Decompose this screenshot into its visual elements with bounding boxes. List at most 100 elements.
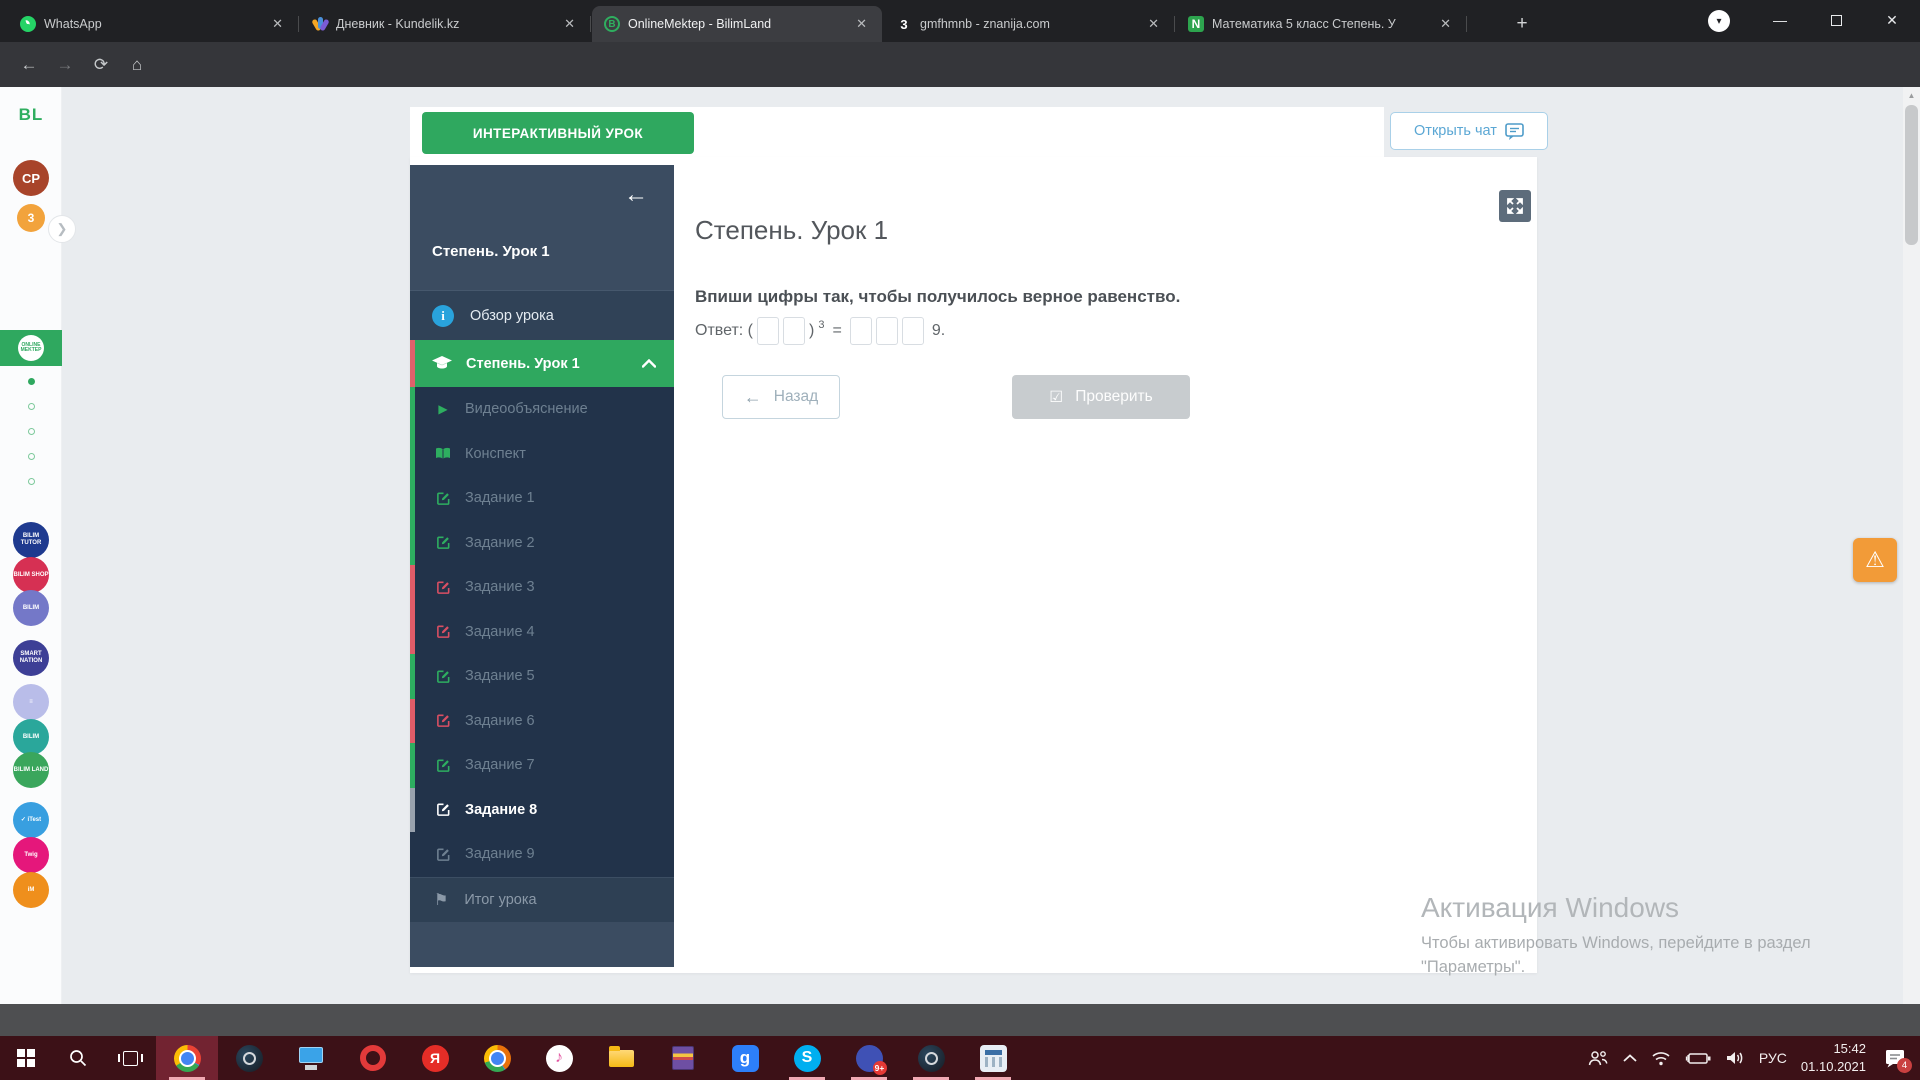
taskbar-chrome-icon[interactable] [156, 1036, 218, 1080]
taskbar-g-reader-icon[interactable]: g [714, 1036, 776, 1080]
battery-icon[interactable] [1685, 1051, 1711, 1066]
wifi-icon[interactable] [1651, 1050, 1671, 1066]
tray-chevron-up-icon[interactable] [1623, 1054, 1637, 1063]
rail-app-bilim-central-icon[interactable]: BILIM [13, 719, 49, 755]
tab-close-icon[interactable]: ✕ [851, 14, 872, 34]
language-indicator[interactable]: РУС [1759, 1050, 1787, 1066]
rail-app-itest-icon[interactable]: ✓ iTest [13, 802, 49, 838]
window-close-button[interactable]: ✕ [1864, 0, 1920, 40]
tab-search-icon[interactable]: ▾ [1708, 10, 1730, 32]
activation-watermark-line3: "Параметры". [1421, 958, 1525, 977]
taskbar-calculator-icon[interactable] [962, 1036, 1024, 1080]
sidebar-item-summary[interactable]: ⚑ Итог урока [410, 877, 674, 922]
tab-kundelik[interactable]: Дневник - Kundelik.kz ✕ [300, 6, 590, 42]
taskbar-explorer-icon[interactable] [590, 1036, 652, 1080]
answer-box-4[interactable] [876, 317, 898, 345]
sidebar-item-9[interactable]: Задание 7 [410, 743, 674, 788]
sidebar-item-7[interactable]: Задание 5 [410, 654, 674, 699]
taskbar-steam-icon[interactable] [218, 1036, 280, 1080]
reload-icon[interactable]: ⟳ [86, 50, 116, 80]
scroll-up-icon[interactable]: ▲ [1903, 87, 1920, 104]
sidebar-item-11[interactable]: Задание 9 [410, 832, 674, 877]
sidebar-item-overview[interactable]: i Обзор урока [410, 290, 674, 340]
tab-onlinemektep[interactable]: B OnlineMektep - BilimLand ✕ [592, 6, 882, 42]
sidebar-item-8[interactable]: Задание 6 [410, 699, 674, 744]
window-minimize-button[interactable]: — [1752, 0, 1808, 40]
rail-app-bilim-mektep-icon[interactable]: BILIM [13, 590, 49, 626]
answer-box-5[interactable] [902, 317, 924, 345]
taskbar-search-icon[interactable] [52, 1036, 104, 1080]
taskbar-play-games-icon[interactable]: 9+ [838, 1036, 900, 1080]
chevron-up-icon[interactable] [642, 359, 656, 368]
rail-dot[interactable] [28, 453, 35, 460]
bilimland-icon: B [604, 16, 620, 32]
rail-app-bilim-land-icon[interactable]: BILIM LAND [13, 752, 49, 788]
sidebar-item-10[interactable]: Задание 8 [410, 788, 674, 833]
window-restore-button[interactable] [1808, 0, 1864, 40]
speaker-icon[interactable] [1725, 1050, 1745, 1066]
clock[interactable]: 15:42 01.10.2021 [1801, 1040, 1866, 1075]
tab-znanija[interactable]: 3 gmfhmnb - znanija.com ✕ [884, 6, 1174, 42]
rail-avatar-cp[interactable]: CP [13, 160, 49, 196]
sidebar-item-3[interactable]: Задание 1 [410, 476, 674, 521]
taskbar-monitor-icon[interactable] [280, 1036, 342, 1080]
rail-dot[interactable] [28, 403, 35, 410]
fullscreen-button[interactable] [1499, 190, 1531, 222]
people-icon[interactable] [1587, 1049, 1609, 1067]
rail-avatar-3[interactable]: 3 [17, 204, 45, 232]
home-icon[interactable]: ⌂ [122, 50, 152, 80]
rail-app-imektep-icon[interactable]: iM [13, 872, 49, 908]
sidebar-item-5[interactable]: Задание 3 [410, 565, 674, 610]
taskbar-skype-icon[interactable]: S [776, 1036, 838, 1080]
rail-dot[interactable] [28, 428, 35, 435]
sidebar-item-1[interactable]: ▶Видеообъяснение [410, 387, 674, 432]
sidebar-item-6[interactable]: Задание 4 [410, 610, 674, 655]
rail-expand-chevron-icon[interactable]: ❯ [48, 215, 76, 243]
answer-box-3[interactable] [850, 317, 872, 345]
notification-center-icon[interactable]: 4 [1880, 1043, 1910, 1073]
rail-app-bilim-card-icon[interactable]: ≡ [13, 684, 49, 720]
taskbar-winrar-icon[interactable] [652, 1036, 714, 1080]
tab-close-icon[interactable]: ✕ [1435, 14, 1456, 34]
taskbar-itunes-icon[interactable]: ♪ [528, 1036, 590, 1080]
forward-icon[interactable]: → [50, 50, 80, 80]
sidebar-item-2[interactable]: Конспект [410, 432, 674, 477]
taskbar-yandex-icon[interactable]: Я [404, 1036, 466, 1080]
tab-close-icon[interactable]: ✕ [1143, 14, 1164, 34]
tab-title: Математика 5 класс Степень. У [1212, 17, 1427, 31]
rail-app-bilim-tutor-icon[interactable]: BILIM TUTOR [13, 522, 49, 558]
rail-dot[interactable] [28, 478, 35, 485]
new-tab-button[interactable]: + [1508, 10, 1536, 38]
play-icon: ▶ [434, 402, 452, 416]
sidebar-filler [410, 922, 674, 967]
tab-close-icon[interactable]: ✕ [559, 14, 580, 34]
page-scrollbar[interactable]: ▲ [1903, 87, 1920, 1004]
rail-dot-active[interactable] [28, 378, 35, 385]
start-button[interactable] [0, 1036, 52, 1080]
tab-matematika[interactable]: N Математика 5 класс Степень. У ✕ [1176, 6, 1466, 42]
answer-box-1[interactable] [757, 317, 779, 345]
warning-button[interactable]: ⚠ [1853, 538, 1897, 582]
rail-app-twig-icon[interactable]: Twig [13, 837, 49, 873]
answer-row: Ответ: ( )3 = 9. [695, 317, 945, 345]
back-button[interactable]: ← Назад [722, 375, 840, 419]
sidebar-section-lesson[interactable]: Степень. Урок 1 [410, 340, 674, 387]
taskbar-chrome-alt-icon[interactable] [466, 1036, 528, 1080]
tab-whatsapp[interactable]: WhatsApp ✕ [8, 6, 298, 42]
open-chat-button[interactable]: Открыть чат [1390, 112, 1548, 150]
answer-box-2[interactable] [783, 317, 805, 345]
rail-item-onlinemektep[interactable]: ONLINE MEKTEP [0, 330, 62, 366]
task-view-icon[interactable] [104, 1036, 156, 1080]
rail-app-bilim-shop-icon[interactable]: BILIM SHOP [13, 557, 49, 593]
tab-close-icon[interactable]: ✕ [267, 14, 288, 34]
interactive-lesson-button[interactable]: ИНТЕРАКТИВНЫЙ УРОК [422, 112, 694, 154]
check-button[interactable]: ☑ Проверить [1012, 375, 1190, 419]
back-icon[interactable]: ← [14, 50, 44, 80]
bl-logo: BL [0, 105, 62, 125]
taskbar-opera-icon[interactable] [342, 1036, 404, 1080]
sidebar-item-4[interactable]: Задание 2 [410, 521, 674, 566]
taskbar-steam-alt-icon[interactable] [900, 1036, 962, 1080]
back-arrow-icon[interactable]: ← [624, 183, 648, 207]
scrollbar-thumb[interactable] [1905, 105, 1918, 245]
rail-app-smart-nation-icon[interactable]: SMART NATION [13, 640, 49, 676]
